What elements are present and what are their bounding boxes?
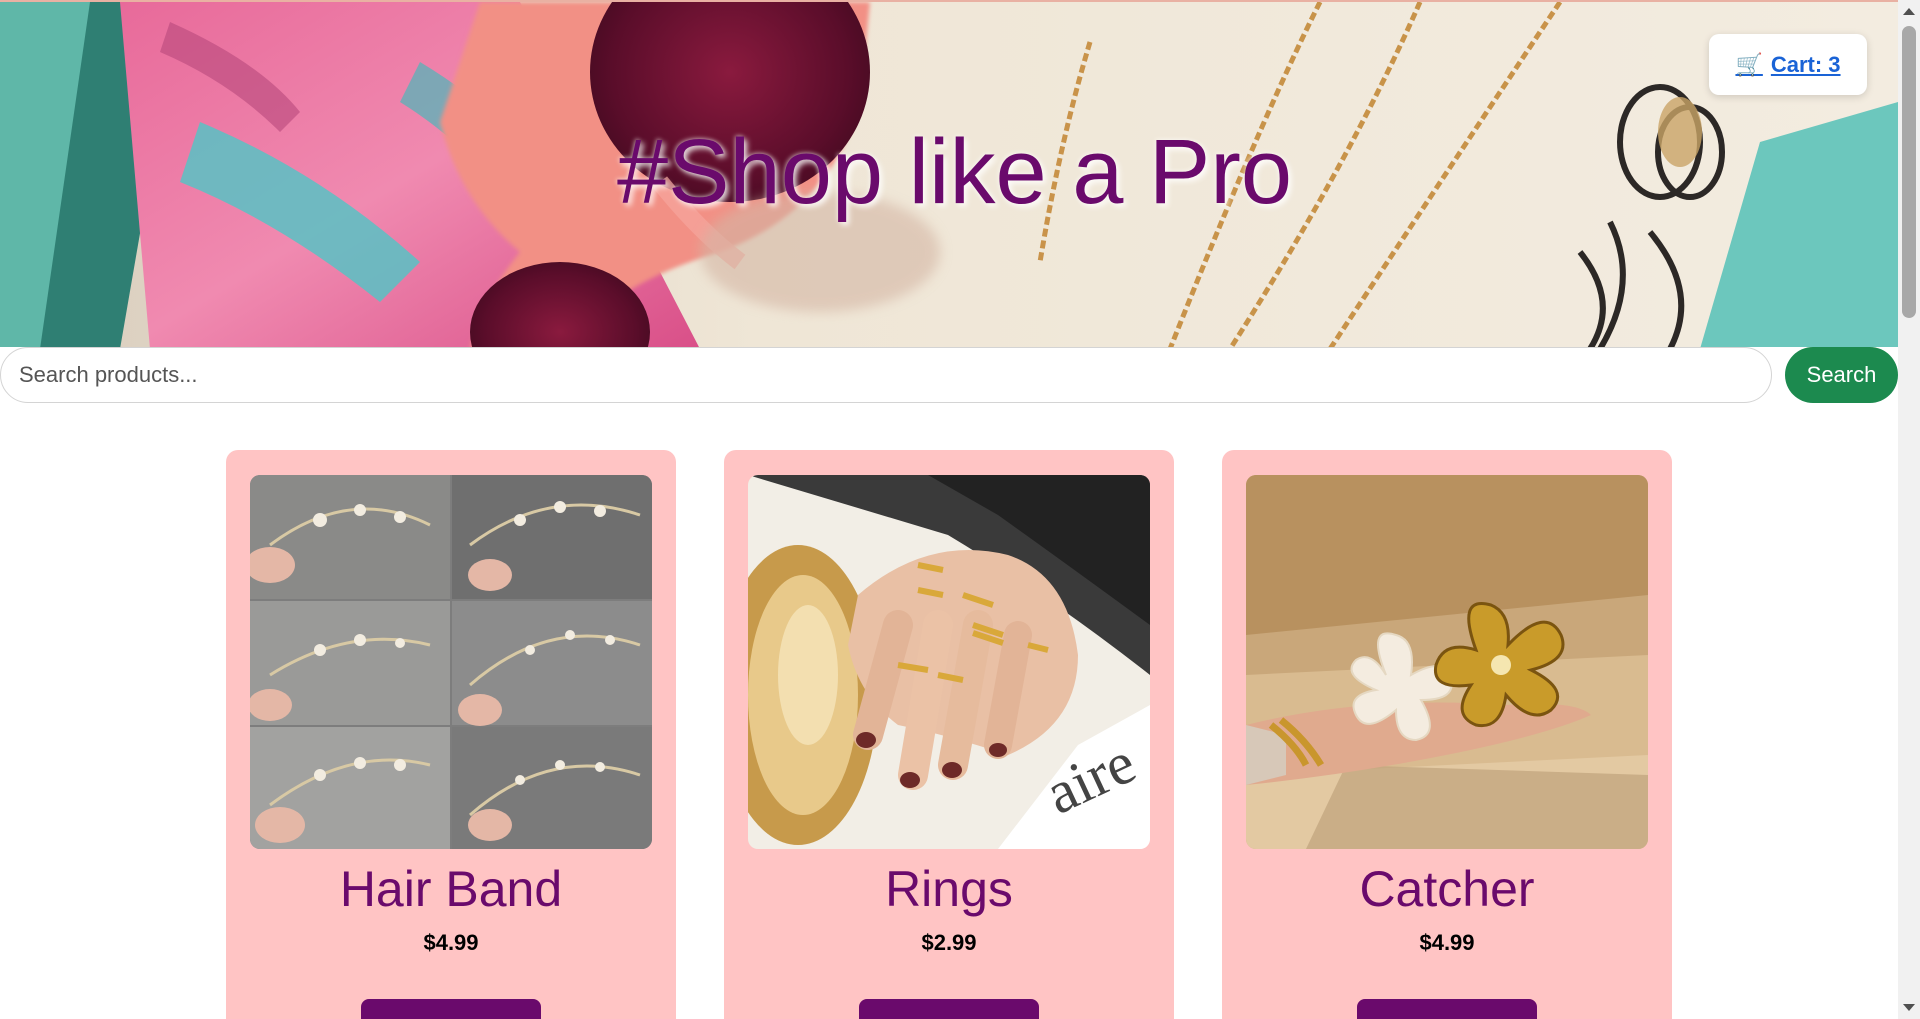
catcher-photo[interactable] xyxy=(1246,475,1648,849)
page: #Shop like a Pro 🛒 Cart: 3 Search produc… xyxy=(0,0,1920,1019)
hair-band-photo[interactable] xyxy=(250,475,652,849)
scroll-thumb[interactable] xyxy=(1902,26,1916,318)
product-price: $4.99 xyxy=(1419,930,1475,955)
search-bar: Search xyxy=(0,347,1898,403)
product-name: Hair Band xyxy=(339,861,563,917)
scroll-up-arrow-icon[interactable] xyxy=(1903,8,1915,15)
search-input[interactable] xyxy=(0,347,1772,403)
page-title: #Shop like a Pro xyxy=(617,121,1293,223)
product-name: Catcher xyxy=(1359,861,1535,917)
product-grid: Hair Band $4.99 aire Rings $2.99 Catcher… xyxy=(0,450,1898,1019)
product-card: Catcher $4.99 xyxy=(1222,450,1672,1019)
add-to-cart-button[interactable] xyxy=(361,999,541,1019)
add-to-cart-button[interactable] xyxy=(859,999,1039,1019)
cart-link[interactable]: 🛒 Cart: 3 xyxy=(1709,34,1867,95)
rings-photo[interactable]: aire xyxy=(748,475,1150,849)
hero-banner: #Shop like a Pro 🛒 Cart: 3 xyxy=(0,0,1898,347)
product-price: $4.99 xyxy=(423,930,479,955)
add-to-cart-button[interactable] xyxy=(1357,999,1537,1019)
product-card: Hair Band $4.99 xyxy=(226,450,676,1019)
scroll-down-arrow-icon[interactable] xyxy=(1903,1004,1915,1011)
page-scrollbar[interactable] xyxy=(1898,0,1920,1019)
shopping-cart-icon: 🛒 xyxy=(1735,51,1763,77)
product-price: $2.99 xyxy=(921,930,977,955)
search-button[interactable]: Search xyxy=(1785,347,1898,403)
product-card: aire Rings $2.99 xyxy=(724,450,1174,1019)
product-name: Rings xyxy=(885,861,1013,917)
cart-label: Cart: 3 xyxy=(1770,51,1841,77)
